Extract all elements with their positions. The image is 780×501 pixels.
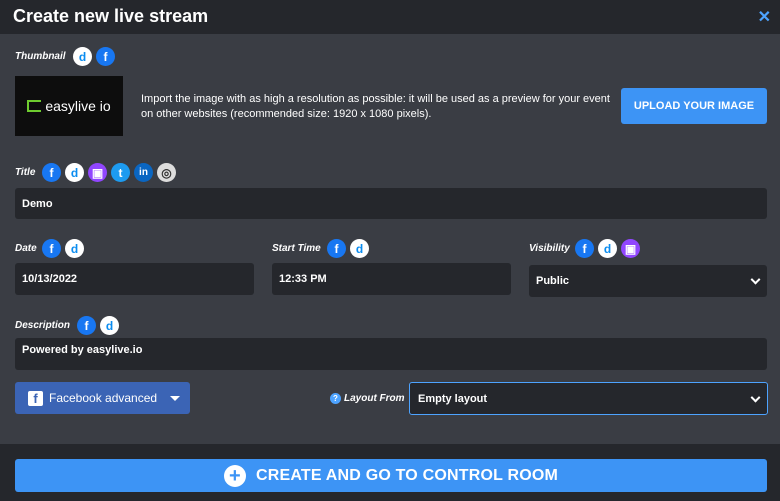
chevron-down-icon [750, 274, 761, 285]
thumbnail-preview: easylive io [15, 76, 123, 136]
title-input[interactable]: Demo [15, 188, 767, 219]
description-textarea[interactable]: Powered by easylive.io [15, 338, 767, 370]
twitter-icon[interactable]: t [111, 163, 130, 182]
layout-from-select-value: Empty layout [418, 392, 488, 405]
easylive-logo-icon [27, 100, 42, 112]
visibility-select[interactable]: Public [529, 265, 767, 297]
modal-header: Create new live stream ✕ [0, 0, 780, 34]
facebook-icon: f [28, 390, 43, 406]
twitch-icon[interactable]: ▣ [621, 239, 640, 258]
start-time-input[interactable]: 12:33 PM [272, 263, 511, 295]
close-icon[interactable]: ✕ [758, 7, 771, 27]
description-label: Description [15, 320, 71, 331]
modal-title: Create new live stream [13, 6, 209, 26]
description-platform-icons: f d [77, 316, 119, 335]
start-time-input-value: 12:33 PM [279, 273, 327, 285]
facebook-icon[interactable]: f [96, 47, 115, 66]
thumbnail-platform-icons: d f [73, 47, 115, 66]
dlive-icon[interactable]: d [598, 239, 617, 258]
visibility-platform-icons: f d ▣ [575, 239, 640, 258]
dlive-icon[interactable]: d [100, 316, 119, 335]
facebook-icon[interactable]: f [42, 239, 61, 258]
dlive-icon[interactable]: d [65, 239, 84, 258]
facebook-icon[interactable]: f [327, 239, 346, 258]
help-icon[interactable]: ? [330, 393, 341, 404]
facebook-advanced-button[interactable]: f Facebook advanced [15, 382, 190, 414]
linkedin-icon[interactable]: in [134, 163, 153, 182]
layout-from-select[interactable]: Empty layout [409, 382, 768, 415]
caret-down-icon [170, 396, 180, 401]
thumbnail-logo-text: easylive io [45, 98, 111, 114]
dlive-icon[interactable]: d [65, 163, 84, 182]
facebook-icon[interactable]: f [42, 163, 61, 182]
title-platform-icons: f d ▣ t in ◎ [42, 163, 176, 182]
thumbnail-label: Thumbnail [15, 51, 66, 62]
chevron-down-icon [750, 392, 761, 403]
import-instructions: Import the image with as high a resoluti… [141, 93, 610, 120]
start-time-platform-icons: f d [327, 239, 369, 258]
title-label: Title [15, 167, 36, 178]
date-label: Date [15, 243, 37, 254]
dlive-icon[interactable]: d [350, 239, 369, 258]
date-input-value: 10/13/2022 [22, 273, 78, 285]
date-platform-icons: f d [42, 239, 84, 258]
facebook-advanced-label: Facebook advanced [49, 391, 158, 405]
other-platform-icon[interactable]: ◎ [157, 163, 176, 182]
create-button-label: CREATE AND GO TO CONTROL ROOM [255, 466, 559, 484]
description-textarea-value: Powered by easylive.io [22, 344, 143, 356]
date-input[interactable]: 10/13/2022 [15, 263, 254, 295]
create-stream-modal: Create new live stream ✕ Thumbnail d f e… [0, 0, 780, 501]
visibility-select-value: Public [536, 275, 570, 287]
layout-from-label: Layout From [344, 393, 405, 404]
upload-image-button[interactable]: UPLOAD YOUR IMAGE [621, 88, 767, 124]
title-input-value: Demo [22, 197, 53, 210]
plus-circle-icon: + [223, 464, 246, 487]
visibility-label: Visibility [529, 243, 570, 254]
dlive-icon[interactable]: d [73, 47, 92, 66]
facebook-icon[interactable]: f [575, 239, 594, 258]
create-and-go-button[interactable]: + CREATE AND GO TO CONTROL ROOM [15, 459, 767, 492]
start-time-label: Start Time [272, 243, 321, 254]
twitch-icon[interactable]: ▣ [88, 163, 107, 182]
facebook-icon[interactable]: f [77, 316, 96, 335]
